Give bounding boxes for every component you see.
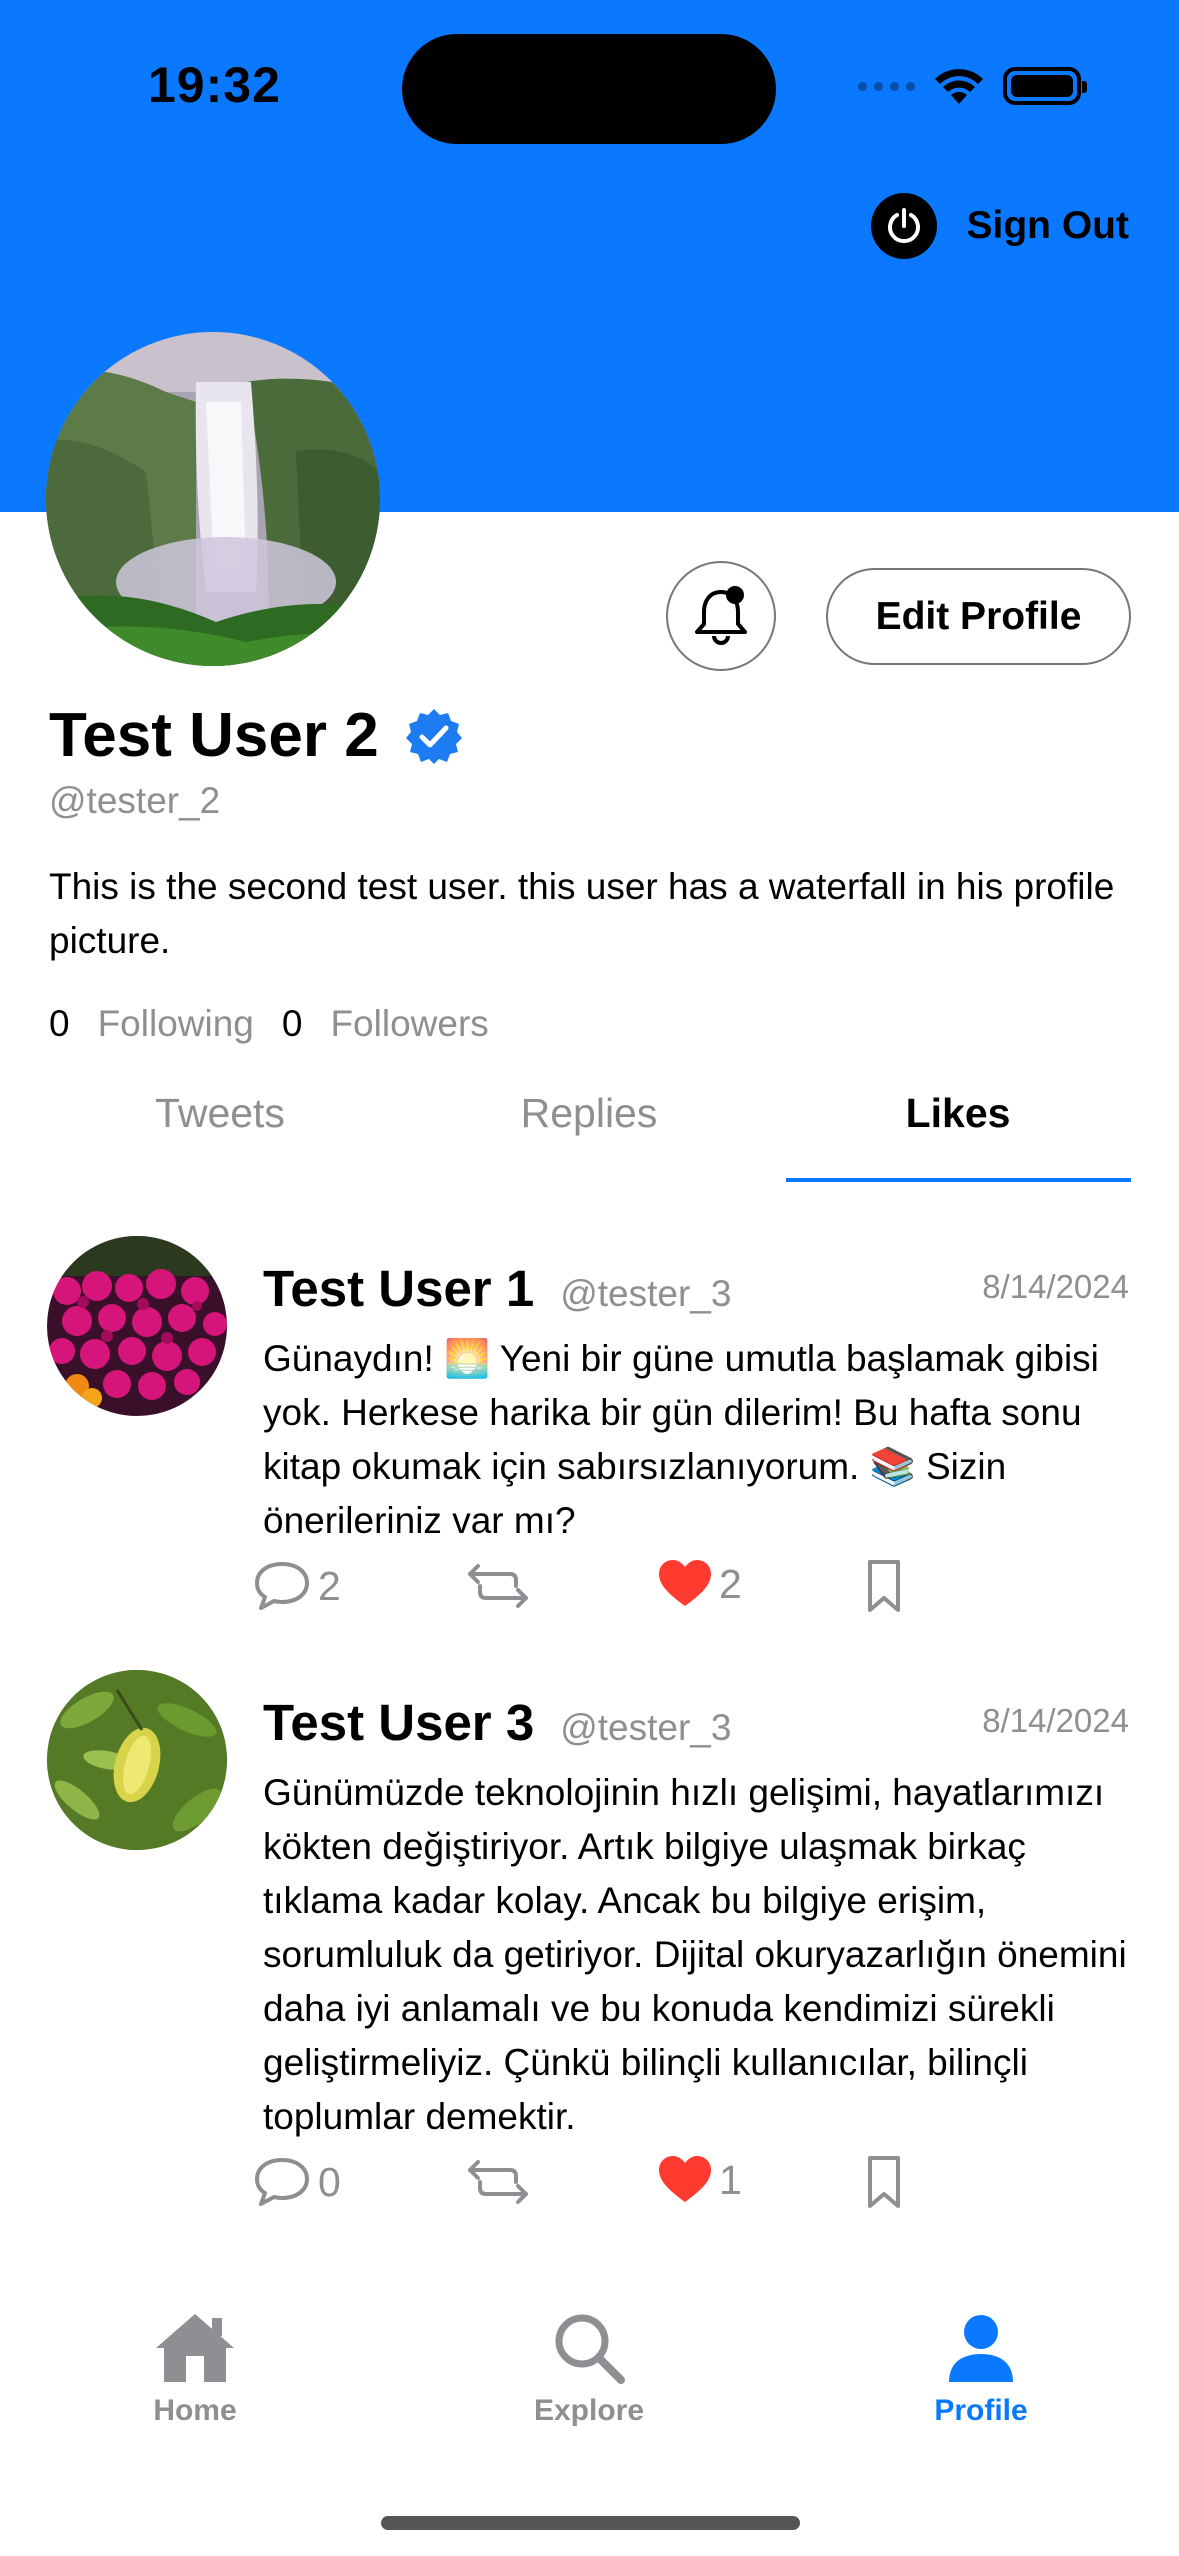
status-time: 19:32 [148, 57, 281, 113]
profile-tabs: Tweets Replies Likes [0, 1090, 1179, 1186]
power-icon [870, 193, 937, 259]
like-button[interactable]: 2 [657, 1558, 742, 1610]
reply-count: 2 [318, 1562, 341, 1609]
tweet-author-name[interactable]: Test User 3 [263, 1693, 534, 1752]
display-name: Test User 2 [49, 701, 379, 770]
tabbar-label-home: Home [153, 2394, 237, 2427]
edit-profile-button[interactable]: Edit Profile [826, 568, 1131, 665]
bell-icon [695, 586, 747, 645]
tabbar-label-profile: Profile [934, 2394, 1028, 2427]
magnifier-icon [555, 2314, 625, 2384]
heart-filled-icon [659, 2156, 711, 2202]
tweet-date: 8/14/2024 [982, 1268, 1129, 1305]
bottom-tab-bar: Home Explore Profile [0, 2310, 1179, 2490]
active-tab-indicator [786, 1178, 1131, 1182]
retweet-icon [468, 2160, 528, 2204]
bookmark-button[interactable] [864, 2154, 904, 2210]
reply-button[interactable]: 2 [252, 1558, 341, 1614]
like-count: 1 [719, 2156, 742, 2203]
bookmark-button[interactable] [864, 1558, 904, 1614]
sign-out-button[interactable]: Sign Out [870, 193, 1129, 259]
home-indicator[interactable] [381, 2516, 800, 2530]
heart-filled-icon [659, 1560, 711, 1606]
bookmark-icon [868, 1560, 900, 1612]
status-icons [858, 66, 1087, 106]
cellular-signal-icon [858, 81, 915, 91]
like-count: 2 [719, 1560, 742, 1607]
tweet-author-handle: @tester_3 [560, 1273, 732, 1314]
tab-replies[interactable]: Replies [439, 1090, 739, 1137]
tweet-actions: 0 1 [252, 2154, 952, 2224]
tweet-avatar[interactable] [47, 1236, 227, 1416]
tab-likes[interactable]: Likes [808, 1090, 1108, 1137]
tweet-date: 8/14/2024 [982, 1702, 1129, 1739]
tabbar-item-explore[interactable]: Explore [489, 2310, 689, 2428]
tweet-text: Günümüzde teknolojinin hızlı gelişimi, h… [263, 1772, 1127, 2137]
tab-tweets[interactable]: Tweets [70, 1090, 370, 1137]
tweet-header: Test User 3 @tester_3 [263, 1693, 731, 1752]
comment-icon [255, 1562, 309, 1610]
retweet-button[interactable] [466, 1558, 530, 1614]
tweet-text: Günaydın! 🌅 Yeni bir güne umutla başlama… [263, 1338, 1099, 1541]
profile-avatar[interactable] [46, 332, 380, 666]
following-count[interactable]: 0 [49, 1003, 70, 1045]
notifications-button[interactable] [666, 561, 776, 671]
followers-count[interactable]: 0 [282, 1003, 303, 1045]
tweet-actions: 2 2 [252, 1558, 952, 1628]
verified-badge-icon [405, 708, 462, 764]
profile-handle: @tester_2 [49, 780, 221, 821]
tweet-author-name[interactable]: Test User 1 [263, 1259, 534, 1318]
following-label[interactable]: Following [98, 1003, 254, 1045]
person-icon [949, 2315, 1013, 2382]
comment-icon [255, 2158, 309, 2206]
follow-stats: 0 Following 0 Followers [49, 1003, 517, 1045]
reply-button[interactable]: 0 [252, 2154, 341, 2210]
tweet-avatar[interactable] [47, 1670, 227, 1850]
tweet-author-handle: @tester_3 [560, 1707, 732, 1748]
tabbar-label-explore: Explore [533, 2394, 645, 2427]
profile-bio: This is the second test user. this user … [49, 866, 1115, 961]
profile-name-row: Test User 2 [49, 700, 463, 771]
wifi-icon [935, 69, 983, 104]
tabbar-item-profile[interactable]: Profile [881, 2310, 1081, 2428]
tabbar-item-home[interactable]: Home [95, 2310, 295, 2428]
retweet-icon [468, 1564, 528, 1608]
dynamic-island [402, 34, 776, 144]
followers-label[interactable]: Followers [330, 1003, 488, 1045]
retweet-button[interactable] [466, 2154, 530, 2210]
tweet-header: Test User 1 @tester_3 [263, 1259, 731, 1318]
house-icon [156, 2314, 234, 2382]
bookmark-icon [868, 2156, 900, 2208]
reply-count: 0 [318, 2158, 341, 2205]
sign-out-label: Sign Out [966, 204, 1129, 247]
like-button[interactable]: 1 [657, 2154, 742, 2206]
battery-icon [1003, 67, 1087, 105]
